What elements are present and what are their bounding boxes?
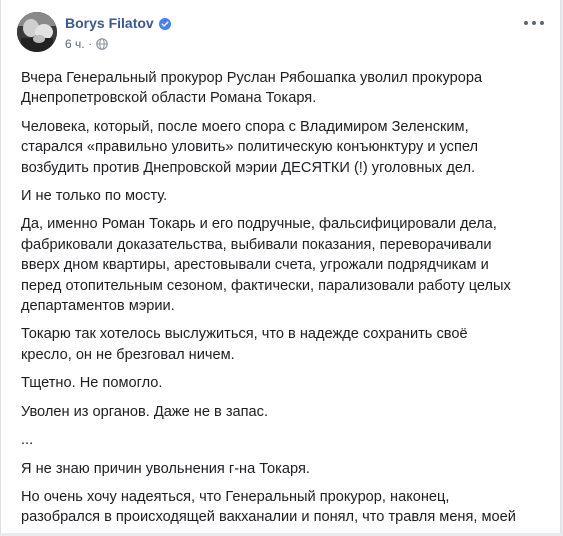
separator-dot: · [88,38,92,50]
post-paragraph: Я не знаю причин увольнения г-на Токаря. [21,460,310,477]
post-paragraph: Уволен из органов. Даже не в запас. [21,403,269,420]
avatar[interactable] [17,12,57,52]
post-paragraph: Но очень хочу надеяться, что Генеральный… [21,488,516,526]
verified-badge-icon [158,17,171,30]
author-name[interactable]: Borys Filatov [65,15,154,31]
more-dot [532,21,536,25]
post-paragraph: Да, именно Роман Токарь и его подручные,… [21,216,511,315]
more-options-icon[interactable] [524,18,544,28]
author-row: Borys Filatov [65,14,171,32]
post-paragraph: Тщетно. Не помогло. [21,375,163,392]
globe-icon[interactable] [96,38,108,50]
post-paragraph: Человека, который, после моего спора с В… [21,118,479,176]
post-paragraph: И не только по мосту. [21,188,168,205]
more-dot [524,21,528,25]
post-body: Вчера Генеральный прокурор Руслан Рябоша… [21,68,551,536]
post-paragraph: ... [21,432,34,449]
more-dot [540,21,544,25]
post-header: Borys Filatov 6 ч. · [17,12,171,60]
post-card: Borys Filatov 6 ч. · Вчера Генеральный п… [0,0,561,533]
post-timestamp[interactable]: 6 ч. [65,37,85,51]
post-time-row: 6 ч. · [65,37,171,51]
post-paragraph: Токарю так хотелось выслужиться, что в н… [21,326,468,363]
avatar-photo [17,12,57,52]
post-meta: Borys Filatov 6 ч. · [65,14,171,51]
post-paragraph: Вчера Генеральный прокурор Руслан Рябоша… [21,70,483,107]
